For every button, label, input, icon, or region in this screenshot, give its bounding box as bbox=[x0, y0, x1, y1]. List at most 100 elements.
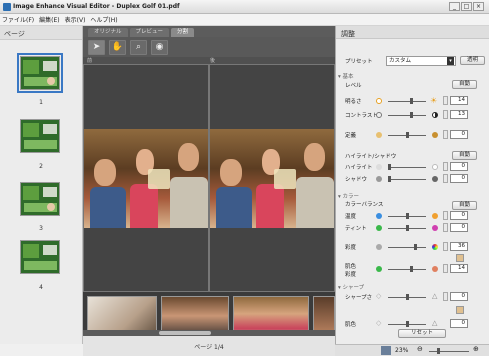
brightness-spin[interactable] bbox=[443, 96, 448, 105]
skin-saturation-spin[interactable] bbox=[443, 264, 448, 273]
skin-saturation-low-icon bbox=[376, 266, 382, 272]
skin-high-icon: △ bbox=[432, 319, 438, 327]
level-auto-button[interactable]: 自動 bbox=[452, 80, 478, 89]
page-thumbnail-2[interactable] bbox=[20, 119, 60, 153]
definition-spin[interactable] bbox=[443, 130, 448, 139]
zoom-slider[interactable] bbox=[429, 348, 469, 354]
highlight-slider[interactable] bbox=[388, 164, 426, 170]
temperature-spin[interactable] bbox=[443, 211, 448, 220]
basic-section-header[interactable]: ▾ 基本 bbox=[338, 72, 354, 80]
color-balance-label: カラーバランス bbox=[345, 202, 384, 208]
menu-help[interactable]: ヘルプ(H) bbox=[90, 15, 117, 24]
highlight-shadow-auto-button[interactable]: 自動 bbox=[452, 151, 478, 160]
sharpness-spin[interactable] bbox=[443, 292, 448, 301]
page-thumbnail-1[interactable] bbox=[17, 53, 63, 93]
tint-label: ティント bbox=[345, 226, 367, 232]
minimize-button[interactable]: _ bbox=[449, 2, 460, 11]
shadow-slider[interactable] bbox=[388, 176, 426, 182]
select-tool-icon[interactable]: ➤ bbox=[88, 39, 105, 55]
menu-view[interactable]: 表示(V) bbox=[65, 15, 86, 24]
tint-slider[interactable] bbox=[388, 225, 426, 231]
tab-split[interactable]: 分割 bbox=[171, 28, 195, 37]
hand-tool-icon[interactable]: ✋ bbox=[109, 39, 126, 55]
maximize-button[interactable]: □ bbox=[461, 2, 472, 11]
brightness-label: 明るさ bbox=[345, 99, 362, 105]
definition-slider[interactable] bbox=[388, 132, 426, 138]
pages-panel: ページ 1 2 3 4 bbox=[0, 26, 83, 344]
adjust-panel-title: 調整 bbox=[336, 26, 489, 39]
skin-slider[interactable] bbox=[388, 321, 426, 327]
saturation-slider[interactable] bbox=[388, 244, 426, 250]
saturation-label: 彩度 bbox=[345, 245, 357, 251]
skin-saturation-value[interactable]: 14 bbox=[450, 264, 468, 273]
highlight-spin[interactable] bbox=[443, 162, 448, 171]
saturation-high-icon bbox=[432, 244, 438, 250]
sharpness-section-header[interactable]: ▾ シャープ bbox=[338, 283, 364, 291]
tint-value[interactable]: 0 bbox=[450, 223, 468, 232]
temperature-slider[interactable] bbox=[388, 213, 426, 219]
shadow-value[interactable]: 0 bbox=[450, 174, 468, 183]
contrast-slider[interactable] bbox=[388, 112, 426, 118]
sharpness-option-icon[interactable] bbox=[456, 306, 464, 314]
shadow-high-icon bbox=[432, 176, 438, 182]
brightness-value[interactable]: 14 bbox=[450, 96, 468, 105]
saturation-option-icon[interactable] bbox=[456, 254, 464, 262]
zoom-tool-icon[interactable]: ⌕ bbox=[130, 39, 147, 55]
tint-spin[interactable] bbox=[443, 223, 448, 232]
ruler-label-after: 後 bbox=[210, 58, 216, 64]
definition-value[interactable]: 0 bbox=[450, 130, 468, 139]
menu-edit[interactable]: 編集(E) bbox=[39, 15, 59, 24]
ruler-label-before: 前 bbox=[87, 58, 93, 64]
page-number-2: 2 bbox=[39, 163, 43, 170]
color-balance-auto-button[interactable]: 自動 bbox=[452, 201, 478, 210]
skin-value[interactable]: 0 bbox=[450, 319, 468, 328]
skin-saturation-high-icon bbox=[432, 266, 438, 272]
menu-bar: ファイル(F) 編集(E) 表示(V) ヘルプ(H) bbox=[0, 14, 489, 26]
brightness-slider[interactable] bbox=[388, 98, 426, 104]
zoom-out-icon[interactable]: ⊖ bbox=[417, 345, 423, 353]
shadow-label: シャドウ bbox=[345, 177, 368, 183]
highlight-low-icon bbox=[376, 164, 382, 170]
zoom-in-icon[interactable]: ⊕ bbox=[473, 345, 479, 353]
saturation-spin[interactable] bbox=[443, 242, 448, 251]
temperature-warm-icon bbox=[432, 213, 438, 219]
page-status: ページ 1/4 bbox=[83, 336, 335, 356]
tab-original[interactable]: オリジナル bbox=[88, 28, 128, 37]
skin-saturation-slider[interactable] bbox=[388, 266, 426, 272]
after-pane bbox=[209, 64, 335, 292]
page-number-1: 1 bbox=[39, 99, 43, 106]
after-photo bbox=[210, 129, 334, 228]
app-icon bbox=[3, 3, 11, 11]
highlight-label: ハイライト bbox=[345, 165, 373, 171]
page-number-3: 3 bbox=[39, 225, 43, 232]
brightness-low-icon bbox=[376, 98, 382, 104]
contrast-label: コントラスト bbox=[345, 113, 378, 119]
level-label: レベル bbox=[345, 83, 362, 89]
sharpness-slider[interactable] bbox=[388, 294, 426, 300]
tab-preview[interactable]: プレビュー bbox=[129, 28, 170, 37]
definition-label: 定義 bbox=[345, 133, 357, 139]
page-thumbnail-4[interactable] bbox=[20, 240, 60, 274]
saturation-value[interactable]: 36 bbox=[450, 242, 468, 251]
shadow-spin[interactable] bbox=[443, 174, 448, 183]
contrast-value[interactable]: 13 bbox=[450, 110, 468, 119]
highlight-high-icon bbox=[432, 164, 438, 170]
reset-button[interactable]: リセット bbox=[398, 329, 447, 338]
saturation-low-icon bbox=[376, 244, 382, 250]
temperature-value[interactable]: 0 bbox=[450, 211, 468, 220]
brightness-high-icon: ☀ bbox=[430, 96, 438, 105]
sharpness-value[interactable]: 0 bbox=[450, 292, 468, 301]
close-button[interactable]: × bbox=[473, 2, 484, 11]
definition-low-icon bbox=[376, 132, 382, 138]
eye-icon[interactable]: ◉ bbox=[151, 39, 168, 55]
menu-file[interactable]: ファイル(F) bbox=[2, 15, 34, 24]
ruler: 前 後 bbox=[83, 57, 335, 64]
preset-select[interactable]: カスタム ▾ bbox=[386, 56, 456, 66]
page-thumbnail-3[interactable] bbox=[20, 182, 60, 216]
contrast-low-icon bbox=[376, 112, 382, 118]
tint-magenta-icon bbox=[432, 225, 438, 231]
contrast-spin[interactable] bbox=[443, 110, 448, 119]
highlight-value[interactable]: 0 bbox=[450, 162, 468, 171]
fit-icon[interactable] bbox=[381, 346, 391, 355]
transparency-button[interactable]: 透明 bbox=[460, 56, 486, 65]
